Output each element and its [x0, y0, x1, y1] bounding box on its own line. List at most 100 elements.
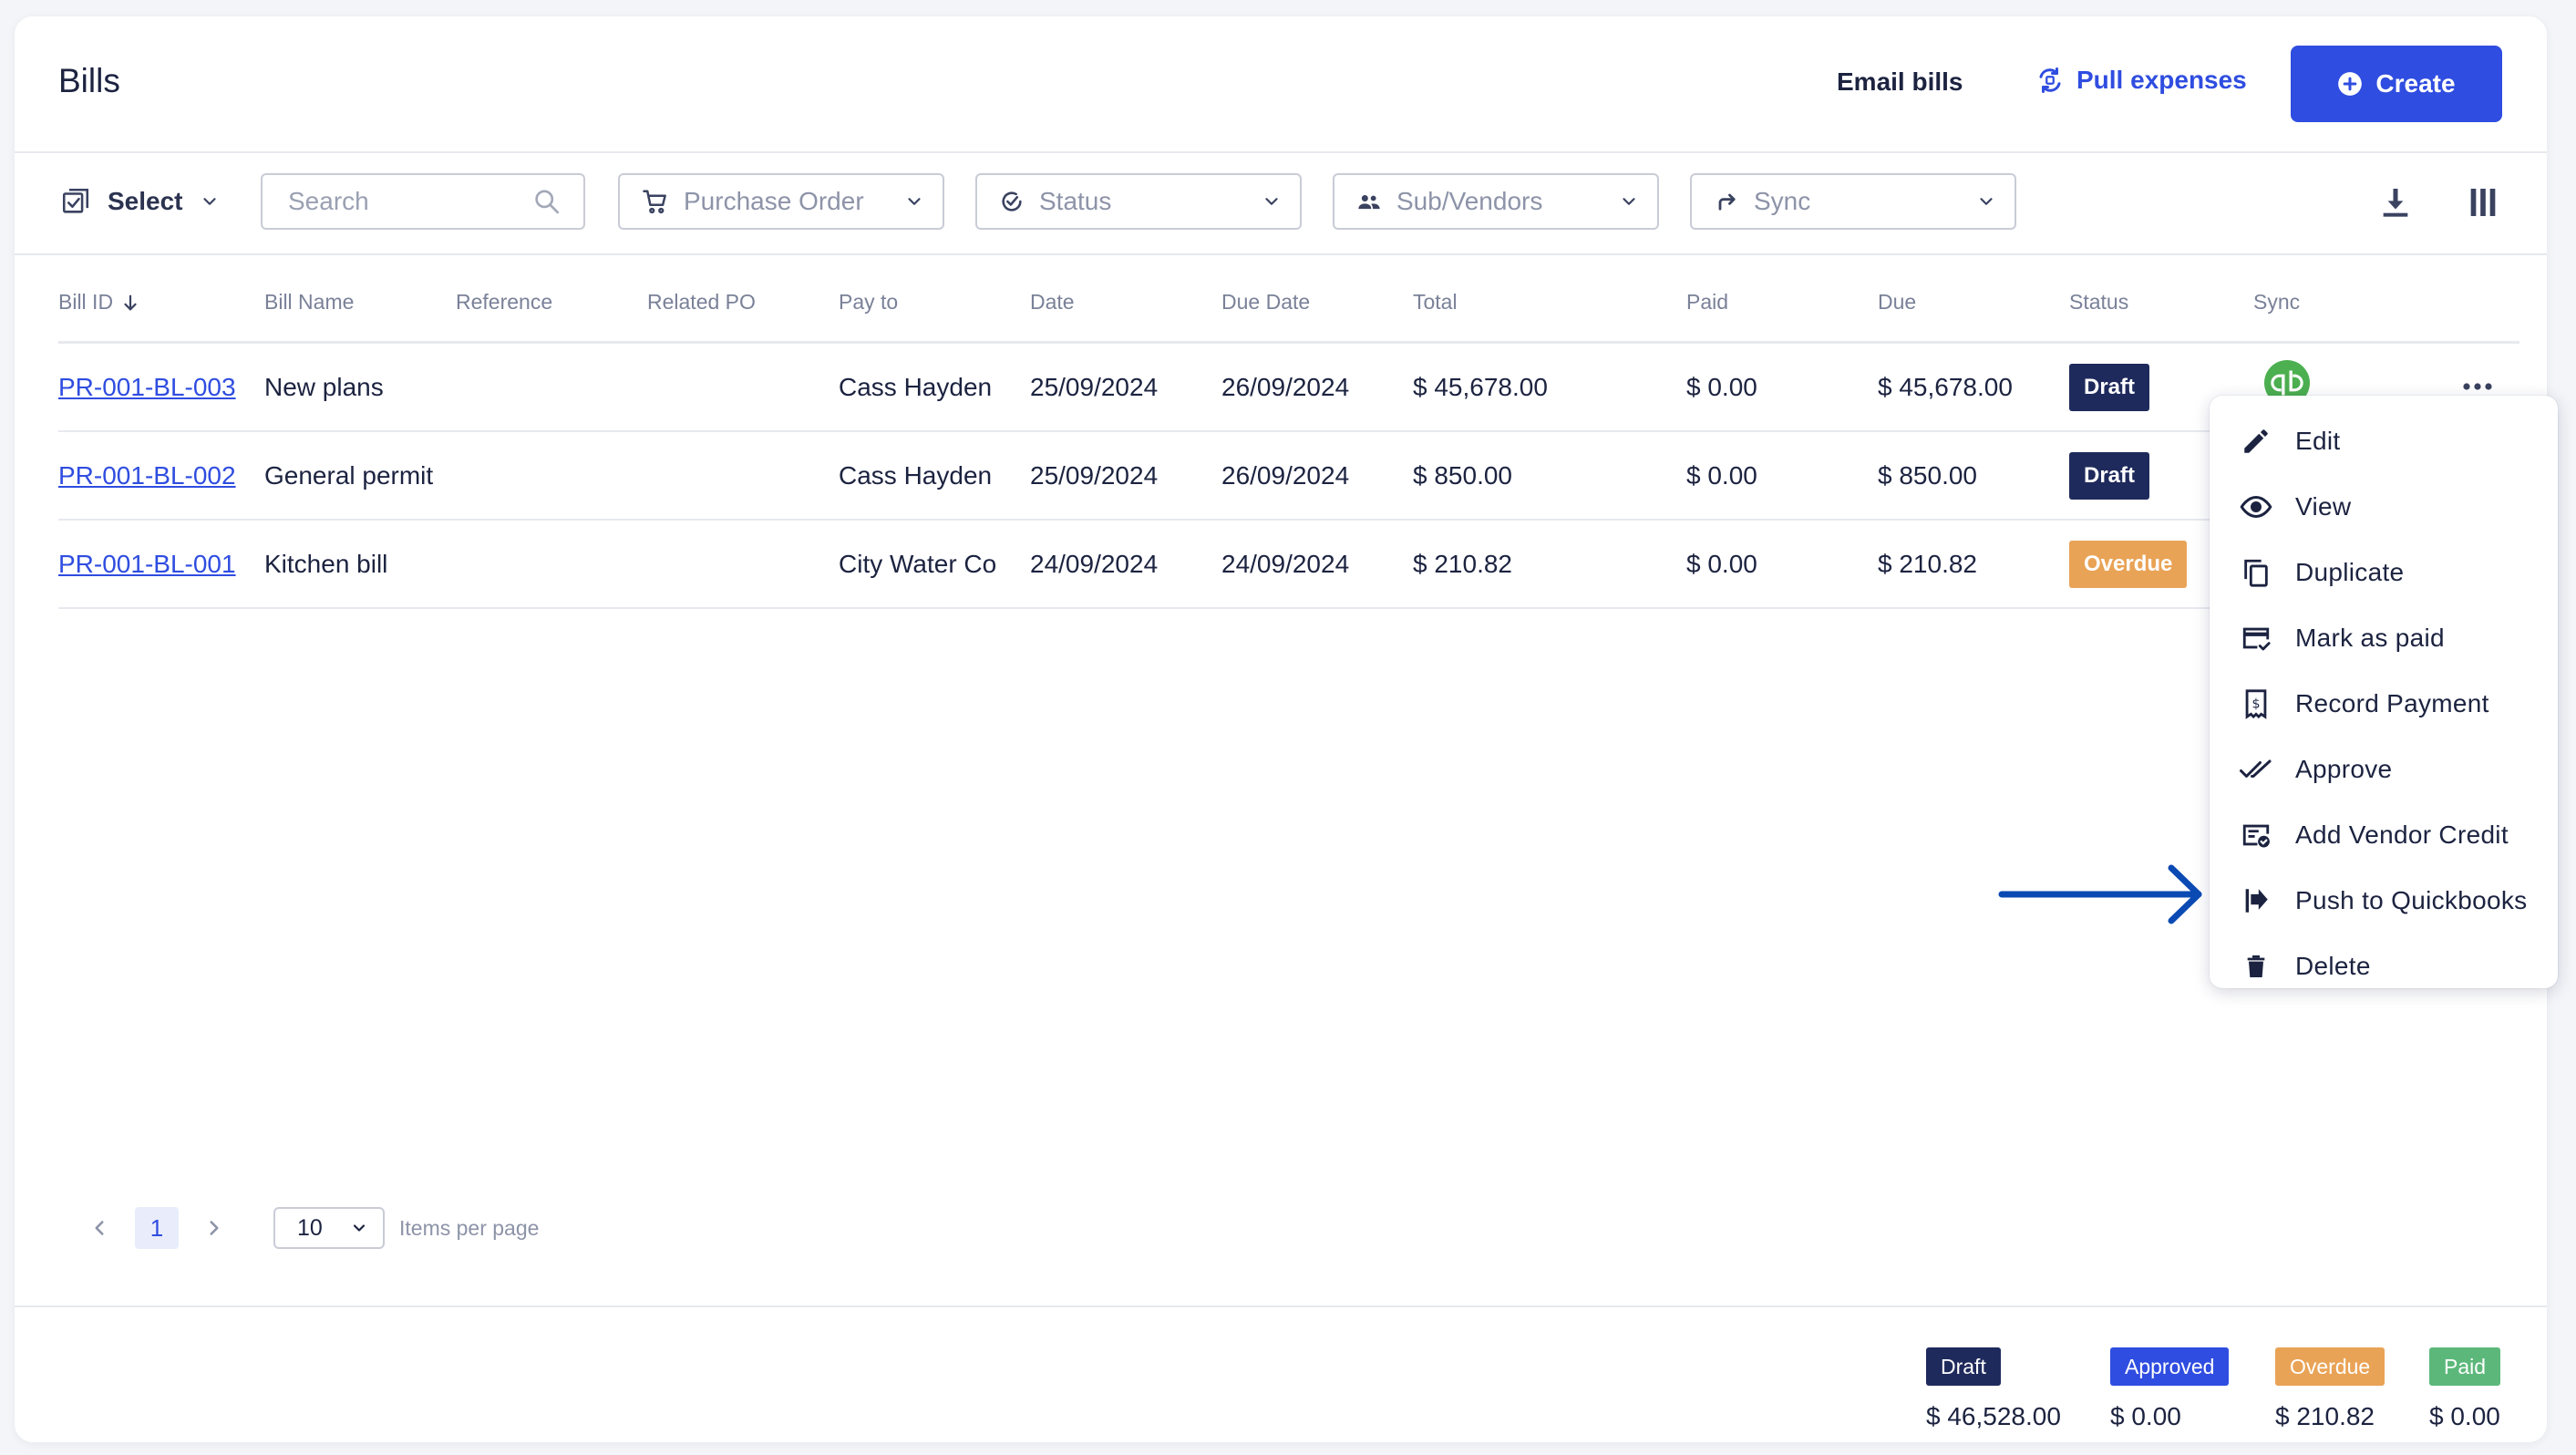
pointer-arrow-icon — [1998, 864, 2202, 924]
flag-arrow-icon — [2245, 889, 2268, 913]
pay-to: City Water Co — [839, 550, 997, 578]
column-header-paid[interactable]: Paid — [1686, 290, 1728, 315]
chevron-down-icon — [353, 1224, 366, 1232]
menu-item-mark-as-paid[interactable]: Mark as paid — [2210, 605, 2558, 671]
pencil-icon — [2244, 429, 2268, 453]
credit-badge-icon — [2242, 824, 2270, 848]
pay-to: Cass Hayden — [839, 373, 993, 401]
bill-name: New plans — [264, 373, 384, 401]
summary-value: $ 46,528.00 — [1926, 1402, 2061, 1430]
items-per-page-label: Items per page — [399, 1215, 540, 1240]
create-button[interactable]: Create — [2291, 46, 2502, 122]
date: 25/09/2024 — [1030, 373, 1159, 401]
chevron-down-icon — [1265, 198, 1278, 205]
column-header-total[interactable]: Total — [1413, 290, 1458, 315]
checkbox-list-icon — [62, 188, 89, 213]
menu-item-approve[interactable]: Approve — [2210, 737, 2558, 802]
table-row[interactable]: PR-001-BL-001 Kitchen bill City Water Co… — [58, 521, 2519, 609]
summary-value: $ 0.00 — [2429, 1402, 2500, 1430]
search-field[interactable] — [261, 173, 585, 230]
menu-item-label: Push to Quickbooks — [2295, 886, 2528, 914]
menu-item-view[interactable]: View — [2210, 474, 2558, 540]
forward-arrow-icon — [1718, 193, 1736, 211]
items-per-page-select[interactable]: 10 — [273, 1207, 385, 1249]
select-dropdown[interactable]: Select — [60, 186, 220, 217]
sync-filter-label: Sync — [1754, 187, 1811, 215]
receipt-dollar-icon: $ — [2245, 689, 2267, 719]
search-input[interactable] — [286, 186, 533, 217]
sync-filter[interactable]: Sync — [1690, 173, 2016, 230]
menu-item-push-to-quickbooks[interactable]: Push to Quickbooks — [2210, 868, 2558, 934]
paid: $ 0.00 — [1686, 373, 1757, 401]
sort-down-arrow-icon — [124, 294, 137, 310]
bills-card: Bills Email bills Pull expenses Create S… — [15, 16, 2547, 1442]
page-title: Bills — [58, 62, 120, 99]
status-filter[interactable]: Status — [975, 173, 1302, 230]
summary-approved: Approved $ 0.00 — [2110, 1347, 2230, 1431]
bill-id-link[interactable]: PR-001-BL-003 — [58, 373, 236, 402]
status-filter-label: Status — [1039, 187, 1112, 215]
filter-toolbar: Select Purchase Order Status Sub/Vendors… — [15, 153, 2547, 255]
pull-expenses-label: Pull expenses — [2076, 66, 2247, 94]
date: 25/09/2024 — [1030, 461, 1159, 490]
sub-vendors-filter[interactable]: Sub/Vendors — [1333, 173, 1659, 230]
table-row[interactable]: PR-001-BL-003 New plans Cass Hayden 25/0… — [58, 344, 2519, 432]
menu-item-edit[interactable]: Edit — [2210, 408, 2558, 474]
column-header-due[interactable]: Due — [1878, 290, 1916, 315]
table-row[interactable]: PR-001-BL-002 General permit Cass Hayden… — [58, 432, 2519, 521]
menu-item-record-payment[interactable]: $ Record Payment — [2210, 671, 2558, 737]
menu-item-label: Duplicate — [2295, 558, 2405, 586]
page-number-current[interactable]: 1 — [135, 1207, 179, 1249]
summary-draft: Draft $ 46,528.00 — [1926, 1347, 2061, 1431]
select-label: Select — [108, 187, 183, 215]
bill-id-link[interactable]: PR-001-BL-002 — [58, 461, 236, 490]
email-bills-button[interactable]: Email bills — [1837, 67, 1963, 97]
per-page-value: 10 — [297, 1214, 323, 1241]
due-date: 26/09/2024 — [1221, 373, 1350, 401]
chevron-down-icon — [202, 198, 216, 205]
pagination: 1 10 Items per page — [88, 1207, 539, 1249]
sub-vendors-label: Sub/Vendors — [1396, 187, 1543, 215]
column-label: Bill ID — [58, 290, 114, 314]
status-badge: Overdue — [2069, 541, 2188, 588]
eye-icon — [2240, 495, 2272, 519]
menu-item-label: Delete — [2295, 952, 2371, 980]
menu-item-duplicate[interactable]: Duplicate — [2210, 540, 2558, 605]
menu-item-label: View — [2295, 492, 2352, 521]
total: $ 45,678.00 — [1413, 373, 1548, 401]
column-header-bill-name[interactable]: Bill Name — [264, 290, 354, 315]
chevron-down-icon — [1980, 198, 1993, 205]
summary-badge: Draft — [1926, 1347, 2001, 1386]
due: $ 850.00 — [1878, 461, 1977, 490]
table-header: Bill ID Bill Name Reference Related PO P… — [58, 253, 2519, 344]
due-date: 26/09/2024 — [1221, 461, 1350, 490]
column-header-due-date[interactable]: Due Date — [1221, 290, 1310, 315]
column-header-reference[interactable]: Reference — [456, 290, 552, 315]
pull-expenses-button[interactable]: Pull expenses — [2036, 66, 2247, 95]
bill-name: General permit — [264, 461, 434, 490]
column-header-sync[interactable]: Sync — [2253, 290, 2300, 315]
columns-icon[interactable] — [2465, 184, 2501, 221]
purchase-order-label: Purchase Order — [684, 187, 864, 215]
column-header-related-po[interactable]: Related PO — [647, 290, 756, 315]
due-date: 24/09/2024 — [1221, 550, 1350, 578]
date: 24/09/2024 — [1030, 550, 1159, 578]
bill-id-link[interactable]: PR-001-BL-001 — [58, 550, 236, 579]
summary-badge: Overdue — [2275, 1347, 2385, 1386]
download-icon[interactable] — [2377, 184, 2414, 221]
people-icon — [1358, 195, 1380, 210]
menu-item-label: Edit — [2295, 427, 2341, 455]
menu-item-label: Add Vendor Credit — [2295, 820, 2509, 849]
purchase-order-filter[interactable]: Purchase Order — [618, 173, 944, 230]
column-header-date[interactable]: Date — [1030, 290, 1075, 315]
chevron-right-icon[interactable] — [202, 1216, 226, 1240]
menu-item-delete[interactable]: Delete — [2210, 934, 2558, 999]
column-header-bill-id[interactable]: Bill ID — [58, 290, 140, 315]
menu-item-add-vendor-credit[interactable]: Add Vendor Credit — [2210, 802, 2558, 868]
menu-item-label: Mark as paid — [2295, 624, 2445, 652]
column-header-status[interactable]: Status — [2069, 290, 2128, 315]
total: $ 210.82 — [1413, 550, 1512, 578]
summary-paid: Paid $ 0.00 — [2429, 1347, 2501, 1431]
chevron-left-icon[interactable] — [88, 1216, 111, 1240]
column-header-pay-to[interactable]: Pay to — [839, 290, 898, 315]
